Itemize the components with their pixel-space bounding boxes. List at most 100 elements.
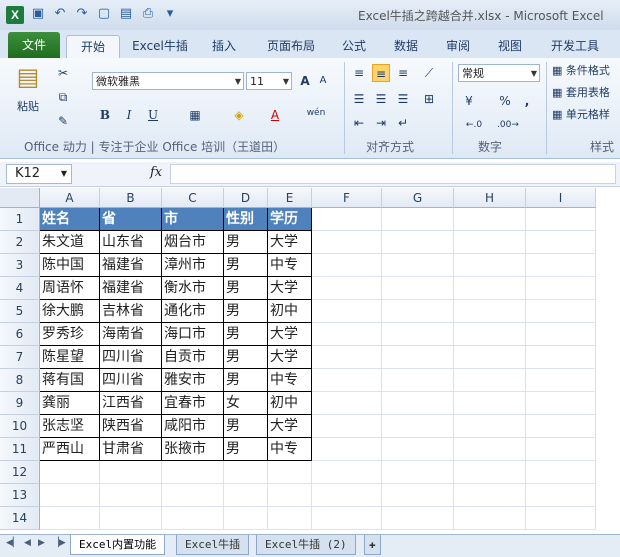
column-header-E[interactable]: E [268,188,312,208]
first-sheet-icon[interactable]: ◀▏ [6,538,20,548]
cell-I1[interactable] [526,208,596,231]
cell-F7[interactable] [312,346,382,369]
cell-G5[interactable] [382,300,454,323]
tab-review[interactable]: 审阅 [436,35,480,57]
column-header-D[interactable]: D [224,188,268,208]
cell-I8[interactable] [526,369,596,392]
cell-E6[interactable]: 大学 [268,323,312,346]
cell-D2[interactable]: 男 [224,231,268,254]
cell-B11[interactable]: 甘肃省 [100,438,162,461]
cell-F12[interactable] [312,461,382,484]
cell-C3[interactable]: 漳州市 [162,254,224,277]
paste-icon[interactable]: ▤ [10,62,46,92]
cell-H2[interactable] [454,231,526,254]
cell-D11[interactable]: 男 [224,438,268,461]
cell-D10[interactable]: 男 [224,415,268,438]
cell-E2[interactable]: 大学 [268,231,312,254]
cell-G1[interactable] [382,208,454,231]
cell-C2[interactable]: 烟台市 [162,231,224,254]
format-as-table-button[interactable]: ▦ 套用表格 [552,84,620,100]
cell-D12[interactable] [224,461,268,484]
cell-G2[interactable] [382,231,454,254]
redo-icon[interactable]: ↷ [74,6,90,22]
column-header-F[interactable]: F [312,188,382,208]
select-all-corner[interactable] [0,188,40,208]
cell-C4[interactable]: 衡水市 [162,277,224,300]
cell-B3[interactable]: 福建省 [100,254,162,277]
column-header-H[interactable]: H [454,188,526,208]
save-icon[interactable]: ▣ [30,6,46,22]
cell-E10[interactable]: 大学 [268,415,312,438]
cell-C5[interactable]: 通化市 [162,300,224,323]
cell-D5[interactable]: 男 [224,300,268,323]
cell-C1[interactable]: 市 [162,208,224,231]
cell-I13[interactable] [526,484,596,507]
sheet-tab-excel-builtin[interactable]: Excel内置功能 [70,535,166,555]
cell-I3[interactable] [526,254,596,277]
cell-F5[interactable] [312,300,382,323]
cell-B7[interactable]: 四川省 [100,346,162,369]
new-icon[interactable]: ▢ [96,6,112,22]
align-center-icon[interactable]: ☰ [372,90,390,108]
cell-B2[interactable]: 山东省 [100,231,162,254]
decrease-decimal-icon[interactable]: .00→ [496,116,520,134]
cut-icon[interactable]: ✂ [54,64,72,82]
formula-input[interactable] [170,164,616,184]
column-header-B[interactable]: B [100,188,162,208]
print-preview-icon[interactable]: ⎙ [140,6,156,22]
cell-G10[interactable] [382,415,454,438]
cell-B1[interactable]: 省 [100,208,162,231]
cell-E14[interactable] [268,507,312,530]
cell-I10[interactable] [526,415,596,438]
cell-H10[interactable] [454,415,526,438]
tab-formulas[interactable]: 公式 [332,35,376,57]
column-header-G[interactable]: G [382,188,454,208]
number-format-select[interactable]: 常规 ▼ [458,64,540,82]
increase-indent-icon[interactable]: ⇥ [372,114,390,132]
tab-page-layout[interactable]: 页面布局 [256,35,326,57]
cell-D8[interactable]: 男 [224,369,268,392]
align-top-icon[interactable]: ≡ [350,64,368,82]
cell-B9[interactable]: 江西省 [100,392,162,415]
cell-D6[interactable]: 男 [224,323,268,346]
cell-B4[interactable]: 福建省 [100,277,162,300]
cell-C14[interactable] [162,507,224,530]
cell-C7[interactable]: 自贡市 [162,346,224,369]
cell-H4[interactable] [454,277,526,300]
cell-H6[interactable] [454,323,526,346]
tab-insert[interactable]: 插入 [202,35,246,57]
phonetic-icon[interactable]: wén [304,104,328,122]
merge-center-icon[interactable]: ⊞ [420,90,438,108]
cell-G14[interactable] [382,507,454,530]
cell-D3[interactable]: 男 [224,254,268,277]
cell-B6[interactable]: 海南省 [100,323,162,346]
cell-H7[interactable] [454,346,526,369]
format-painter-icon[interactable]: ✎ [54,112,72,130]
cell-E11[interactable]: 中专 [268,438,312,461]
cell-E7[interactable]: 大学 [268,346,312,369]
align-left-icon[interactable]: ☰ [350,90,368,108]
cell-C12[interactable] [162,461,224,484]
cell-F8[interactable] [312,369,382,392]
cell-C8[interactable]: 雅安市 [162,369,224,392]
row-header-7[interactable]: 7 [0,346,40,369]
cell-F10[interactable] [312,415,382,438]
cell-C13[interactable] [162,484,224,507]
cell-H12[interactable] [454,461,526,484]
cell-A4[interactable]: 周语怀 [40,277,100,300]
currency-icon[interactable]: ¥ [460,92,478,110]
excel-app-icon[interactable]: X [6,6,24,24]
conditional-format-button[interactable]: ▦ 条件格式 [552,62,620,78]
cell-G13[interactable] [382,484,454,507]
tab-file[interactable]: 文件 [8,32,60,58]
font-color-icon[interactable]: A [266,106,284,124]
italic-icon[interactable]: I [120,106,138,124]
cell-F13[interactable] [312,484,382,507]
cell-G3[interactable] [382,254,454,277]
insert-sheet-icon[interactable]: ✚ [364,535,381,555]
cell-G4[interactable] [382,277,454,300]
cell-B14[interactable] [100,507,162,530]
cell-A7[interactable]: 陈星望 [40,346,100,369]
cell-I5[interactable] [526,300,596,323]
cell-A5[interactable]: 徐大鹏 [40,300,100,323]
